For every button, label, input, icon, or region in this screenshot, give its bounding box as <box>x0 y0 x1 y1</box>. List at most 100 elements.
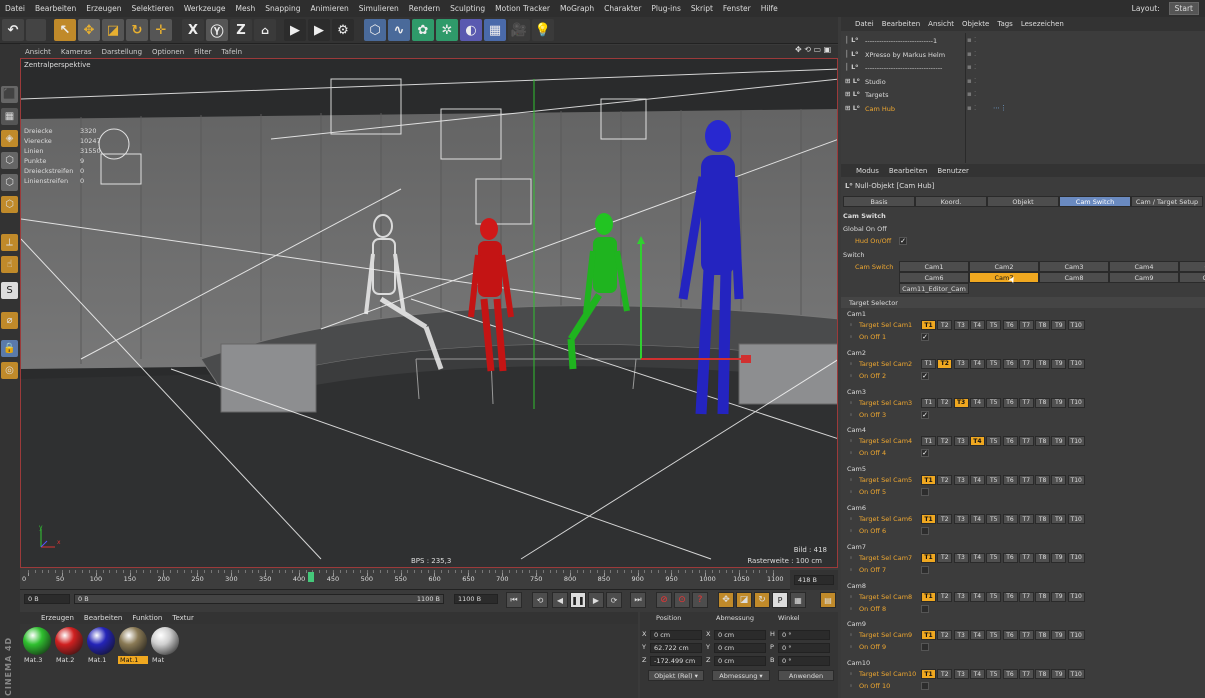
target-button[interactable]: T2 <box>937 475 953 486</box>
next-key-icon[interactable]: ⟳ <box>606 592 622 608</box>
target-button[interactable]: T8 <box>1035 475 1051 486</box>
autokey-icon[interactable]: ⊙ <box>674 592 690 608</box>
prev-key-icon[interactable]: ⟲ <box>532 592 548 608</box>
target-button[interactable]: T4 <box>969 630 985 641</box>
target-button[interactable]: T5 <box>986 630 1002 641</box>
end-frame-field[interactable]: 1100 B <box>454 594 498 604</box>
object-row[interactable]: ⊞ L⁰ Studio ▪ ⁚ <box>841 76 1205 89</box>
menu-item[interactable]: Datei <box>0 4 30 13</box>
material-swatch[interactable]: Mat.1 <box>118 626 148 666</box>
goto-end-icon[interactable]: ⏭ <box>630 592 646 608</box>
target-button[interactable]: T1 <box>921 552 936 563</box>
menu-item[interactable]: Plug-ins <box>646 4 686 13</box>
coordinate-system-icon[interactable]: ⌂ <box>254 19 276 41</box>
menu-item[interactable]: Sculpting <box>445 4 490 13</box>
tab-objekt[interactable]: Objekt <box>987 196 1059 207</box>
cam-button[interactable]: Cam6 <box>899 272 969 283</box>
object-menu-item[interactable]: Tags <box>993 20 1017 28</box>
keyframe-dot-icon[interactable]: ◦ <box>849 321 853 329</box>
keyframe-dot-icon[interactable]: ◦ <box>849 411 853 419</box>
target-button[interactable]: T5 <box>986 475 1002 486</box>
target-button[interactable]: T9 <box>1051 397 1067 408</box>
keyframe-dot-icon[interactable]: ◦ <box>849 670 853 678</box>
target-button[interactable]: T3 <box>953 591 969 602</box>
select-arrow-icon[interactable]: ↖ <box>54 19 76 41</box>
target-button[interactable]: T8 <box>1035 436 1051 447</box>
target-button[interactable]: T2 <box>937 630 953 641</box>
live-selection-icon[interactable]: ✛ <box>150 19 172 41</box>
target-button[interactable]: T5 <box>986 397 1002 408</box>
target-button[interactable]: T9 <box>1051 669 1067 680</box>
target-button[interactable]: T10 <box>1067 320 1085 330</box>
target-button[interactable]: T1 <box>921 320 936 330</box>
target-button[interactable]: T10 <box>1067 436 1085 447</box>
target-button[interactable]: T4 <box>969 358 985 369</box>
target-button[interactable]: T4 <box>969 552 985 563</box>
menu-item[interactable]: Selektieren <box>127 4 179 13</box>
target-button[interactable]: T10 <box>1067 514 1085 524</box>
tab-basis[interactable]: Basis <box>843 196 915 207</box>
viewport-menu-item[interactable]: Filter <box>189 48 216 56</box>
object-row[interactable]: ⊞ L⁰ Cam Hub ▪ ⁚ ⋯⋮ <box>841 103 1205 116</box>
keyframe-dot-icon[interactable]: ◦ <box>849 360 853 368</box>
visibility-toggle-icon[interactable]: ▪ ⁚ <box>967 90 976 98</box>
target-button[interactable]: T10 <box>1067 358 1085 369</box>
viewport-menu-item[interactable]: Optionen <box>147 48 189 56</box>
menu-item[interactable]: Simulieren <box>354 4 404 13</box>
target-button[interactable]: T1 <box>921 436 936 447</box>
menu-item[interactable]: Mesh <box>231 4 261 13</box>
target-button[interactable]: T8 <box>1035 552 1051 563</box>
attribute-menu-item[interactable]: Benutzer <box>932 167 974 175</box>
target-button[interactable]: T8 <box>1035 514 1051 524</box>
object-row[interactable]: │ L⁰ --------------------------------- ▪ ⁚ <box>841 62 1205 75</box>
tab-koord-[interactable]: Koord. <box>915 196 987 207</box>
menu-item[interactable]: Charakter <box>599 4 646 13</box>
target-button[interactable]: T9 <box>1051 436 1067 447</box>
visibility-toggle-icon[interactable]: ▪ ⁚ <box>967 77 976 85</box>
target-button[interactable]: T10 <box>1067 397 1085 408</box>
attribute-menu-item[interactable]: Modus <box>851 167 884 175</box>
target-button[interactable]: T6 <box>1002 358 1018 369</box>
nurbs-icon[interactable]: ✿ <box>412 19 434 41</box>
viewport-nav-icons[interactable]: ✥ ⟲ ▭ ▣ <box>795 45 831 54</box>
coord-pos[interactable]: 0 cm <box>650 630 702 640</box>
object-axis-icon[interactable]: ◈ <box>1 130 18 147</box>
target-button[interactable]: T9 <box>1051 514 1067 524</box>
keyframe-dot-icon[interactable]: ◦ <box>849 372 853 380</box>
target-button[interactable]: T2 <box>937 320 953 330</box>
target-button[interactable]: T7 <box>1018 630 1034 641</box>
viewport-menu-item[interactable]: Tafeln <box>216 48 247 56</box>
target-button[interactable]: T1 <box>921 669 936 680</box>
prev-frame-icon[interactable]: ◀ <box>552 592 568 608</box>
visibility-toggle-icon[interactable]: ▪ ⁚ <box>967 104 976 112</box>
target-button[interactable]: T2 <box>937 669 953 680</box>
target-button[interactable]: T1 <box>921 358 936 369</box>
coord-rot[interactable]: 0 ° <box>778 656 830 666</box>
attribute-menu-item[interactable]: Bearbeiten <box>884 167 932 175</box>
move-icon[interactable]: ✥ <box>78 19 100 41</box>
object-menu-item[interactable]: Datei <box>851 20 878 28</box>
target-button[interactable]: T9 <box>1051 630 1067 641</box>
keyframe-dot-icon[interactable]: ◦ <box>849 643 853 651</box>
keyframe-dot-icon[interactable]: ◦ <box>849 399 853 407</box>
mograph-cloner-icon[interactable]: ✲ <box>436 19 458 41</box>
keyframe-dot-icon[interactable]: ◦ <box>849 476 853 484</box>
tab-cam-switch[interactable]: Cam Switch <box>1059 196 1131 207</box>
target-button[interactable]: T3 <box>953 514 969 524</box>
onoff-checkbox[interactable] <box>921 565 929 574</box>
cam-button[interactable]: Cam9 <box>1109 272 1179 283</box>
target-button[interactable]: T2 <box>937 397 953 408</box>
keyframe-dot-icon[interactable]: ◦ <box>849 488 853 496</box>
target-button[interactable]: T1 <box>921 591 936 602</box>
scale-icon[interactable]: ◪ <box>102 19 124 41</box>
layout-dropdown[interactable]: Start <box>1168 2 1199 15</box>
axis-lock-icon[interactable]: ⟂ <box>1 234 18 251</box>
timeline-window-icon[interactable]: ▤ <box>820 592 836 608</box>
render-picture-viewer-icon[interactable]: ▶ <box>308 19 330 41</box>
target-button[interactable]: T1 <box>921 630 936 641</box>
keyframe-dot-icon[interactable]: ◦ <box>849 554 853 562</box>
key-position-icon[interactable]: ✥ <box>718 592 734 608</box>
target-button[interactable]: T3 <box>953 475 969 486</box>
material-menu-item[interactable]: Erzeugen <box>36 614 79 622</box>
target-button[interactable]: T3 <box>953 552 969 563</box>
